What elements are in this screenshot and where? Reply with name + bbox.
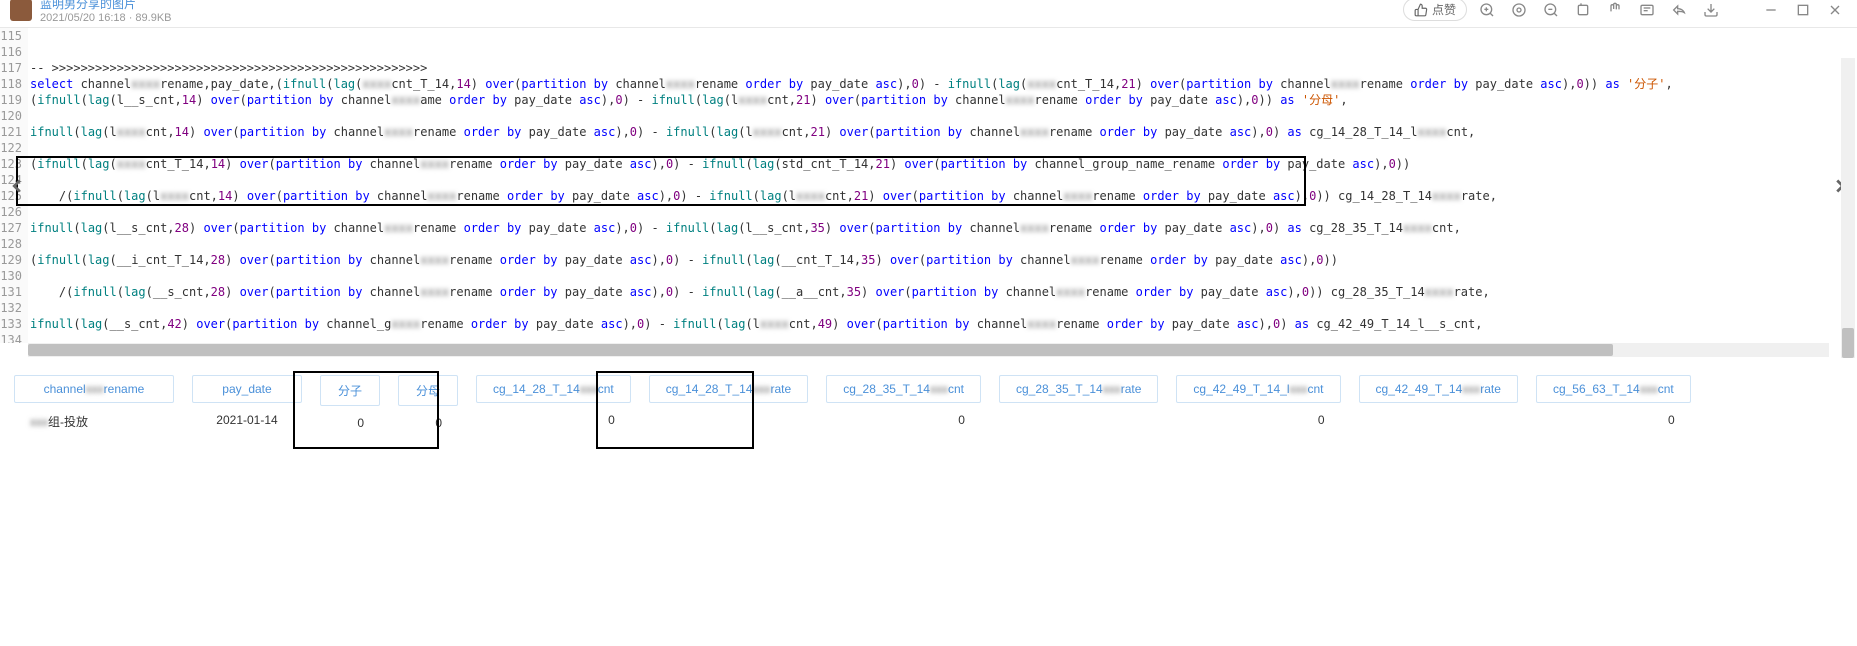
image-viewer-header: 蓝明男分享的图片 2021/05/20 16:18 · 89.9KB 点赞	[0, 0, 1857, 28]
table-cell: 0	[476, 403, 631, 437]
zoom-out-icon[interactable]	[1539, 0, 1563, 22]
table-cell: 0	[1176, 403, 1340, 437]
vertical-scrollbar[interactable]	[1841, 58, 1855, 358]
like-button[interactable]: 点赞	[1403, 0, 1467, 21]
share-icon[interactable]	[1667, 0, 1691, 22]
ocr-icon[interactable]	[1635, 0, 1659, 22]
result-table: channelxxxrenamexxx组-投放 pay_date2021-01-1…	[0, 375, 1857, 440]
toolbar: 点赞	[1403, 0, 1847, 22]
table-cell: xxx组-投放	[14, 403, 174, 440]
image-meta: 2021/05/20 16:18 · 89.9KB	[40, 12, 1403, 24]
column-header[interactable]: cg_14_28_T_14xxxcnt	[476, 375, 631, 403]
horizontal-scrollbar-thumb[interactable]	[28, 344, 1613, 356]
hand-icon[interactable]	[1603, 0, 1627, 22]
column-header[interactable]: channelxxxrename	[14, 375, 174, 403]
column-header[interactable]: cg_42_49_T_14xxxrate	[1359, 375, 1518, 403]
column-header[interactable]: 分子	[320, 375, 380, 406]
header-info: 蓝明男分享的图片 2021/05/20 16:18 · 89.9KB	[40, 0, 1403, 24]
table-cell: 0	[320, 406, 380, 440]
column-header[interactable]: pay_date	[192, 375, 302, 403]
maximize-icon[interactable]	[1791, 0, 1815, 22]
table-cell: 0	[1536, 403, 1691, 437]
zoom-in-icon[interactable]	[1475, 0, 1499, 22]
table-cell: 2021-01-14	[192, 403, 302, 437]
prev-image-button[interactable]	[2, 166, 32, 206]
table-cell	[649, 403, 808, 437]
image-title: 蓝明男分享的图片	[40, 0, 1403, 12]
code-content[interactable]: -- >>>>>>>>>>>>>>>>>>>>>>>>>>>>>>>>>>>>>…	[28, 28, 1857, 343]
horizontal-scrollbar[interactable]	[28, 343, 1829, 357]
column-header[interactable]: cg_56_63_T_14xxxcnt	[1536, 375, 1691, 403]
table-cell	[999, 403, 1158, 437]
column-header[interactable]: cg_14_28_T_14xxxrate	[649, 375, 808, 403]
avatar	[10, 0, 32, 21]
column-header[interactable]: 分母	[398, 375, 458, 406]
column-header[interactable]: cg_28_35_T_14xxxcnt	[826, 375, 981, 403]
column-header[interactable]: cg_42_49_T_14_lxxxcnt	[1176, 375, 1340, 403]
rotate-icon[interactable]	[1571, 0, 1595, 22]
column-header[interactable]: cg_28_35_T_14xxxrate	[999, 375, 1158, 403]
table-cell: 0	[826, 403, 981, 437]
code-viewer: 1151161171181191201211221231241251261271…	[0, 28, 1857, 343]
close-icon[interactable]	[1823, 0, 1847, 22]
fit-icon[interactable]	[1507, 0, 1531, 22]
minimize-icon[interactable]	[1759, 0, 1783, 22]
table-cell: 0	[398, 406, 458, 440]
vertical-scrollbar-thumb[interactable]	[1842, 328, 1854, 358]
download-icon[interactable]	[1699, 0, 1723, 22]
table-cell	[1359, 403, 1518, 437]
